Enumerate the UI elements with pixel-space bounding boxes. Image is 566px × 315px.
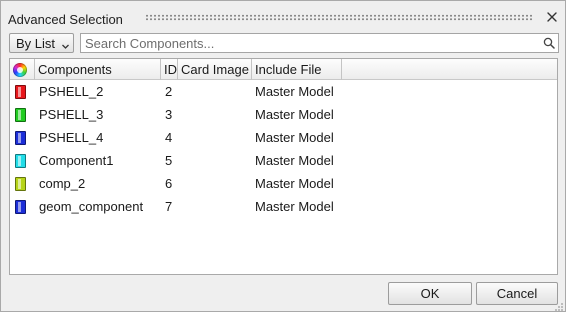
column-header-include-file[interactable]: Include File <box>252 59 342 80</box>
component-name: Component1 <box>39 153 114 168</box>
component-color-swatch[interactable] <box>15 154 26 168</box>
component-include-file: Master Model <box>255 176 334 191</box>
component-name: comp_2 <box>39 176 86 191</box>
search-input[interactable] <box>85 35 535 51</box>
close-icon[interactable] <box>544 9 560 25</box>
table-row[interactable]: comp_2 6 Master Model <box>10 173 557 196</box>
column-header-color[interactable] <box>10 59 35 80</box>
component-name: PSHELL_3 <box>39 107 104 122</box>
title-bar[interactable]: Advanced Selection <box>1 1 565 29</box>
ok-button[interactable]: OK <box>388 282 472 305</box>
dialog-title: Advanced Selection <box>8 12 123 27</box>
chevron-down-icon <box>61 39 70 54</box>
component-id: 7 <box>165 199 173 214</box>
selection-mode-dropdown[interactable]: By List <box>9 33 74 53</box>
selection-mode-label: By List <box>16 36 56 51</box>
component-include-file: Master Model <box>255 84 334 99</box>
component-include-file: Master Model <box>255 107 334 122</box>
component-id: 6 <box>165 176 173 191</box>
component-color-swatch[interactable] <box>15 200 26 214</box>
search-icon[interactable] <box>543 37 555 52</box>
component-id: 3 <box>165 107 173 122</box>
column-header-card-image[interactable]: Card Image <box>178 59 252 80</box>
component-id: 2 <box>165 84 173 99</box>
column-header-components[interactable]: Components <box>35 59 161 80</box>
component-id: 4 <box>165 130 173 145</box>
component-name: geom_component <box>39 199 144 214</box>
component-color-swatch[interactable] <box>15 131 26 145</box>
component-color-swatch[interactable] <box>15 85 26 99</box>
component-name: PSHELL_4 <box>39 130 104 145</box>
table-row[interactable]: PSHELL_3 3 Master Model <box>10 104 557 127</box>
advanced-selection-dialog: Advanced Selection By List Search Compon… <box>0 0 566 312</box>
component-color-swatch[interactable] <box>15 177 26 191</box>
table-header: Components ID Card Image Include File <box>10 59 557 80</box>
table-row[interactable]: geom_component 7 Master Model <box>10 196 557 219</box>
table-row[interactable]: PSHELL_2 2 Master Model <box>10 81 557 104</box>
table-row[interactable]: PSHELL_4 4 Master Model <box>10 127 557 150</box>
component-id: 5 <box>165 153 173 168</box>
search-box <box>80 33 559 53</box>
drag-grip[interactable] <box>145 14 532 21</box>
component-include-file: Master Model <box>255 153 334 168</box>
component-name: PSHELL_2 <box>39 84 104 99</box>
column-header-id[interactable]: ID <box>161 59 178 80</box>
components-table: Components ID Card Image Include File PS… <box>9 58 558 275</box>
color-wheel-icon <box>13 63 27 77</box>
cancel-button[interactable]: Cancel <box>476 282 558 305</box>
table-row[interactable]: Component1 5 Master Model <box>10 150 557 173</box>
component-include-file: Master Model <box>255 130 334 145</box>
component-color-swatch[interactable] <box>15 108 26 122</box>
resize-grip-icon[interactable] <box>554 300 564 315</box>
component-include-file: Master Model <box>255 199 334 214</box>
